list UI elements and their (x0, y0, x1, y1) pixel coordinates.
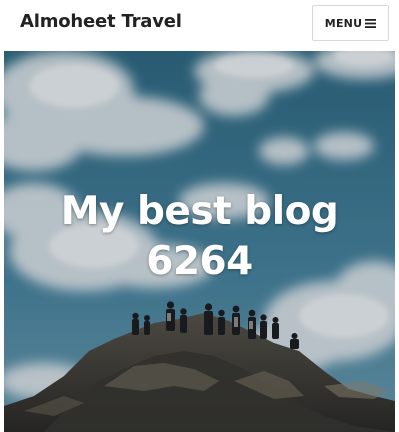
hero-title-line-2: 6264 (146, 239, 253, 284)
hamburger-icon (365, 18, 377, 28)
site-header: Almoheet Travel MENU (0, 0, 399, 48)
menu-label: MENU (324, 16, 363, 30)
menu-button[interactable]: MENU (312, 5, 389, 41)
hero-title[interactable]: My best blog 6264 (4, 187, 395, 287)
hero-banner[interactable]: My best blog 6264 (4, 51, 395, 432)
hero-title-line-1: My best blog (60, 189, 339, 234)
site-title[interactable]: Almoheet Travel (20, 11, 182, 32)
